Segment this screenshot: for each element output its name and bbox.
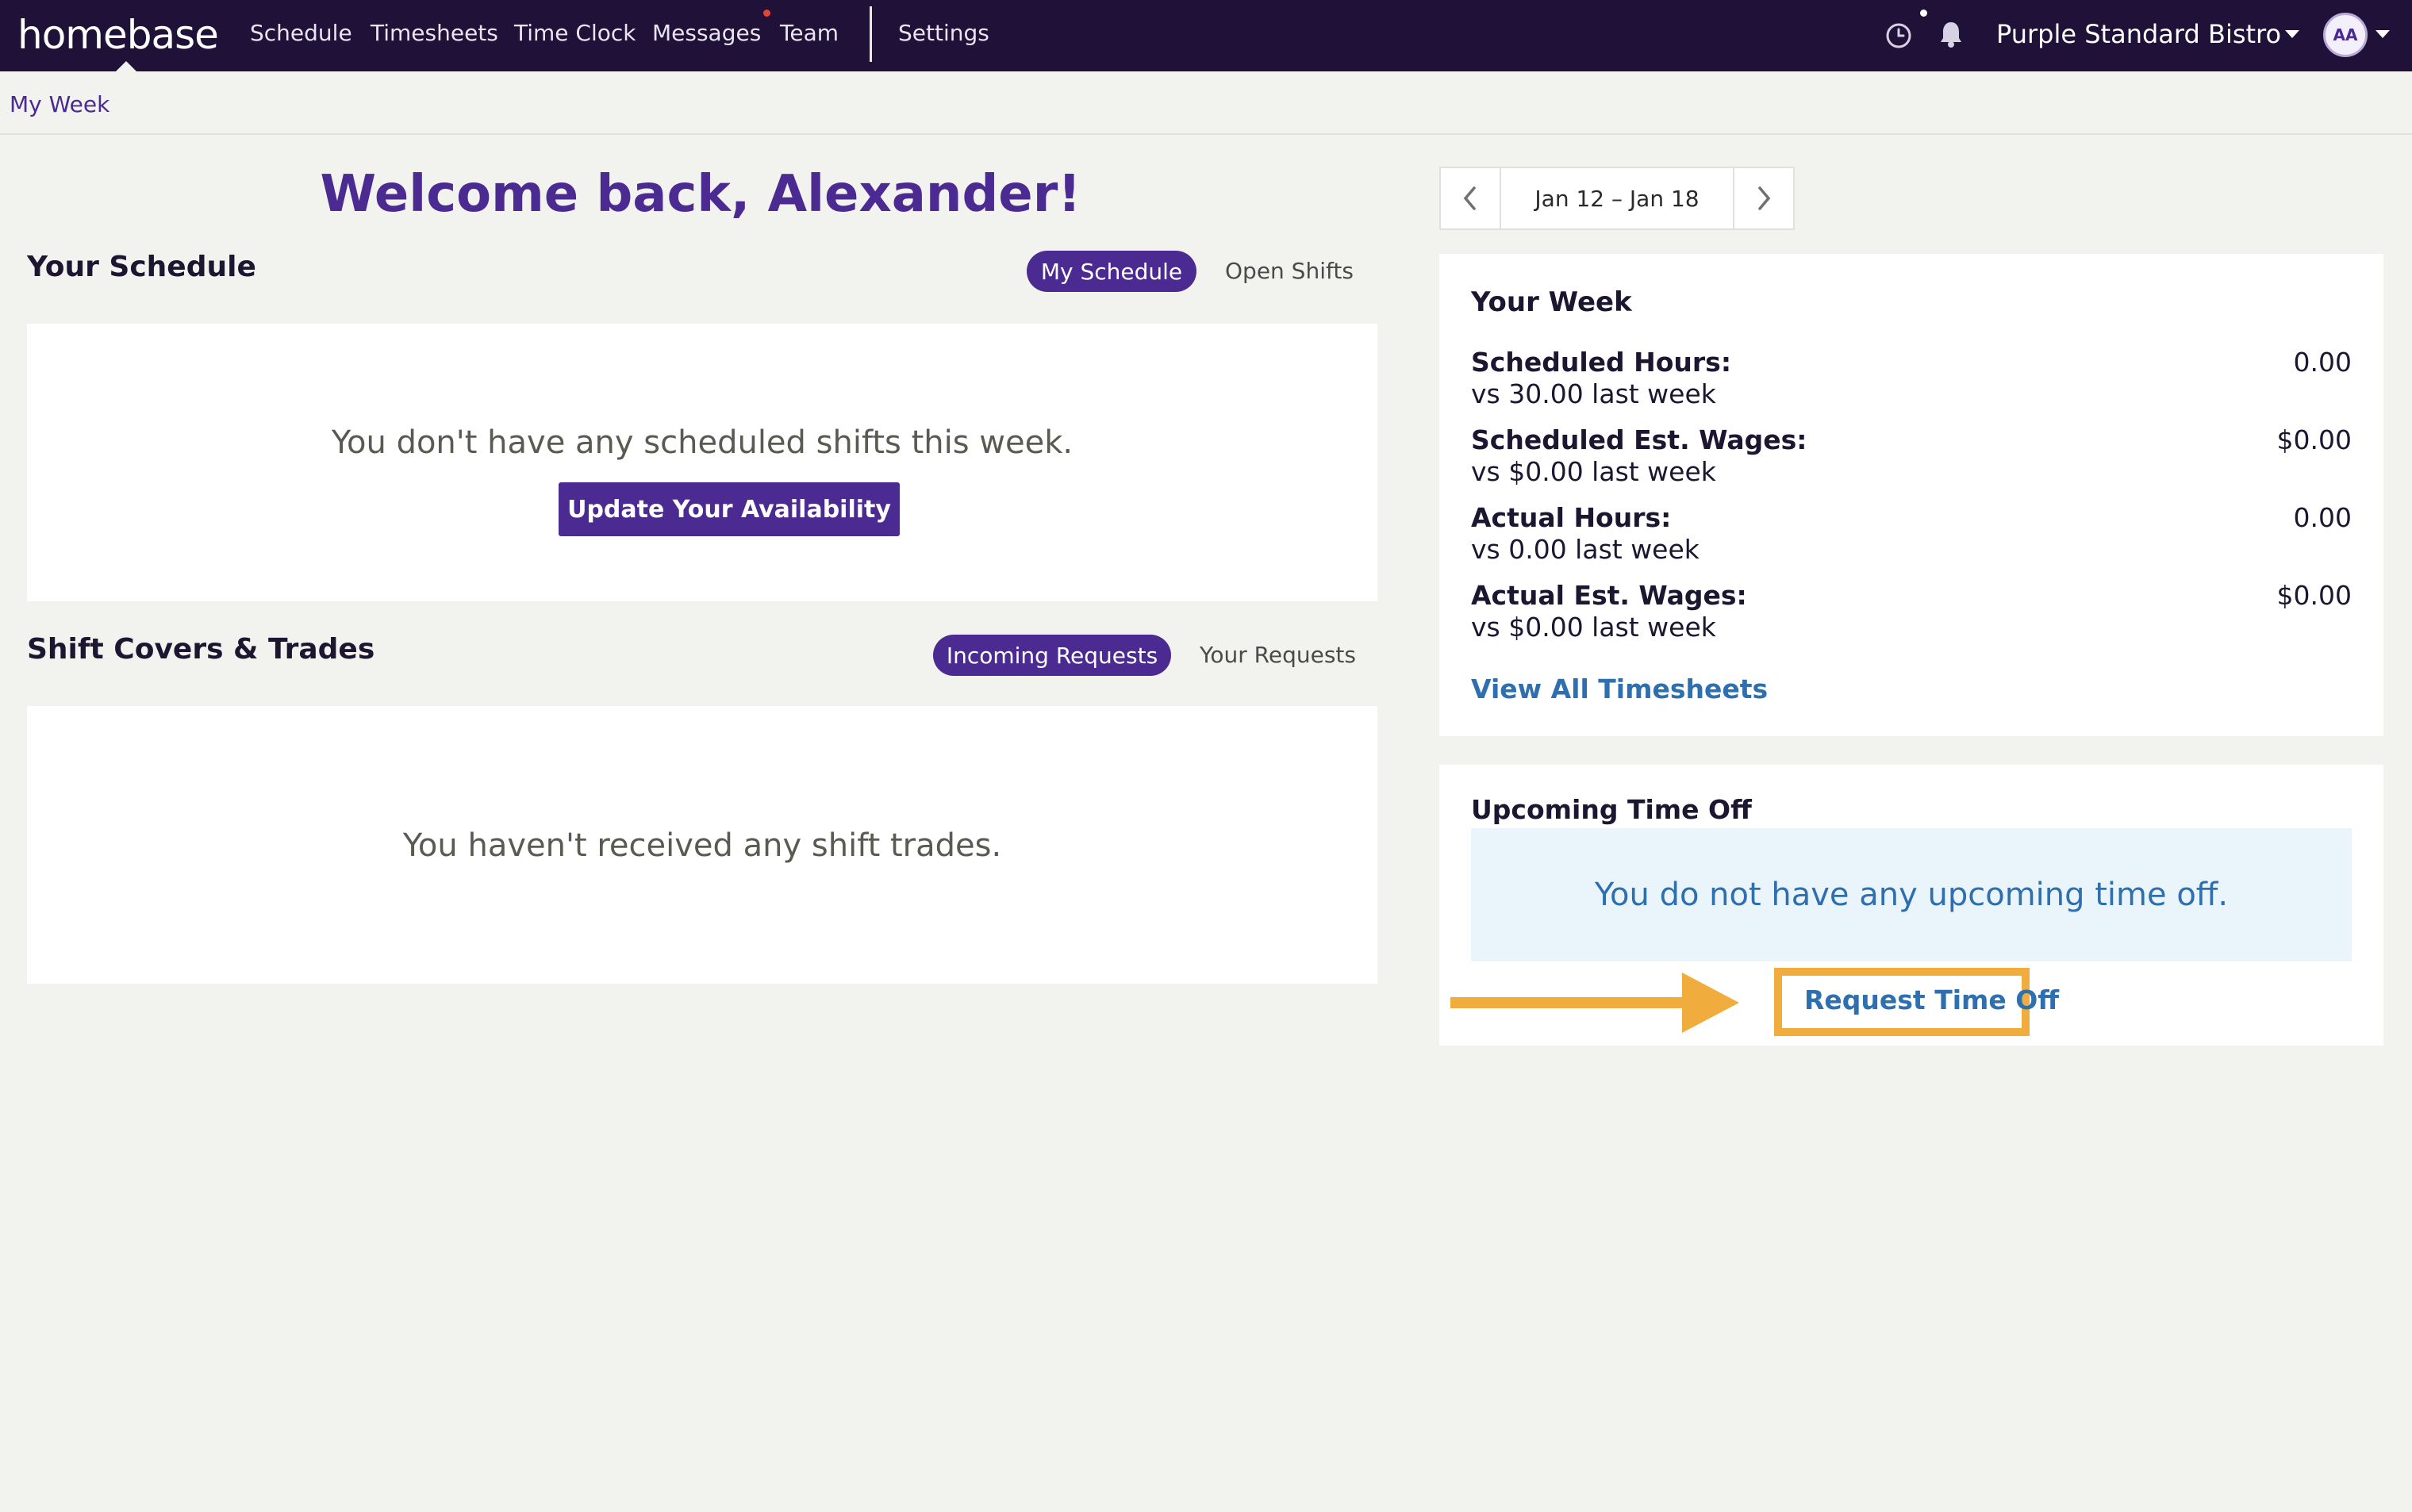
week-picker: Jan 12 – Jan 18 [1439, 167, 1795, 230]
stat-label: Actual Est. Wages: [1471, 580, 1747, 611]
top-navigation-bar: homebase Schedule Timesheets Time Clock … [0, 0, 2412, 71]
schedule-card: You don't have any scheduled shifts this… [27, 324, 1377, 601]
homebase-logo[interactable]: homebase [17, 10, 219, 60]
stat-compare: vs 0.00 last week [1471, 534, 1700, 565]
chevron-left-icon [1463, 186, 1476, 210]
week-range-label[interactable]: Jan 12 – Jan 18 [1501, 168, 1733, 228]
breadcrumb-divider [0, 133, 2412, 135]
stat-label: Scheduled Est. Wages: [1471, 424, 1807, 455]
stat-compare: vs 30.00 last week [1471, 378, 1716, 409]
nav-time-clock[interactable]: Time Clock [514, 17, 636, 49]
stat-value: 0.00 [2293, 502, 2352, 533]
nav-timesheets[interactable]: Timesheets [371, 17, 498, 49]
page-title: Welcome back, Alexander! [320, 165, 1081, 224]
stat-value: $0.00 [2276, 580, 2352, 611]
chevron-down-icon[interactable] [2285, 30, 2299, 38]
annotation-arrow-head [1682, 973, 1739, 1033]
annotation-arrow [1450, 997, 1690, 1008]
nav-messages[interactable]: Messages [652, 17, 761, 49]
stat-compare: vs $0.00 last week [1471, 612, 1716, 643]
time-off-empty-message: You do not have any upcoming time off. [1471, 828, 2352, 961]
messages-notification-dot [763, 10, 770, 17]
nav-settings[interactable]: Settings [898, 17, 989, 49]
tab-your-requests[interactable]: Your Requests [1200, 635, 1356, 676]
time-off-title: Upcoming Time Off [1471, 794, 1752, 825]
previous-week-button[interactable] [1441, 168, 1501, 228]
tab-my-schedule[interactable]: My Schedule [1027, 251, 1196, 292]
chevron-right-icon [1758, 186, 1771, 210]
chevron-down-icon[interactable] [2376, 30, 2390, 38]
stat-label: Actual Hours: [1471, 502, 1672, 533]
trades-empty-message: You haven't received any shift trades. [402, 827, 1002, 864]
breadcrumb[interactable]: My Week [10, 89, 109, 121]
stat-value: 0.00 [2293, 347, 2352, 378]
location-selector[interactable]: Purple Standard Bistro [1996, 16, 2281, 52]
nav-divider [870, 6, 872, 62]
request-time-off-link[interactable]: Request Time Off [1804, 982, 2059, 1019]
avatar[interactable]: AA [2323, 13, 2368, 57]
update-availability-button[interactable]: Update Your Availability [559, 482, 900, 536]
nav-team[interactable]: Team [780, 17, 839, 49]
clock-notification-dot [1920, 10, 1927, 17]
nav-schedule[interactable]: Schedule [250, 17, 352, 49]
next-week-button[interactable] [1733, 168, 1793, 228]
tab-incoming-requests[interactable]: Incoming Requests [933, 635, 1171, 676]
stat-label: Scheduled Hours: [1471, 347, 1732, 378]
bell-icon[interactable] [1934, 17, 1968, 51]
tab-open-shifts[interactable]: Open Shifts [1225, 251, 1354, 292]
schedule-section-title: Your Schedule [27, 251, 256, 283]
schedule-empty-message: You don't have any scheduled shifts this… [331, 424, 1073, 461]
trades-section-title: Shift Covers & Trades [27, 633, 375, 666]
trades-card: You haven't received any shift trades. [27, 706, 1377, 984]
stat-value: $0.00 [2276, 424, 2352, 455]
view-all-timesheets-link[interactable]: View All Timesheets [1471, 671, 1768, 708]
clock-icon[interactable] [1882, 19, 1915, 52]
your-week-card: Your Week Scheduled Hours: vs 30.00 last… [1439, 254, 2383, 736]
active-page-indicator [116, 61, 136, 71]
your-week-title: Your Week [1471, 286, 1632, 318]
stat-compare: vs $0.00 last week [1471, 456, 1716, 487]
